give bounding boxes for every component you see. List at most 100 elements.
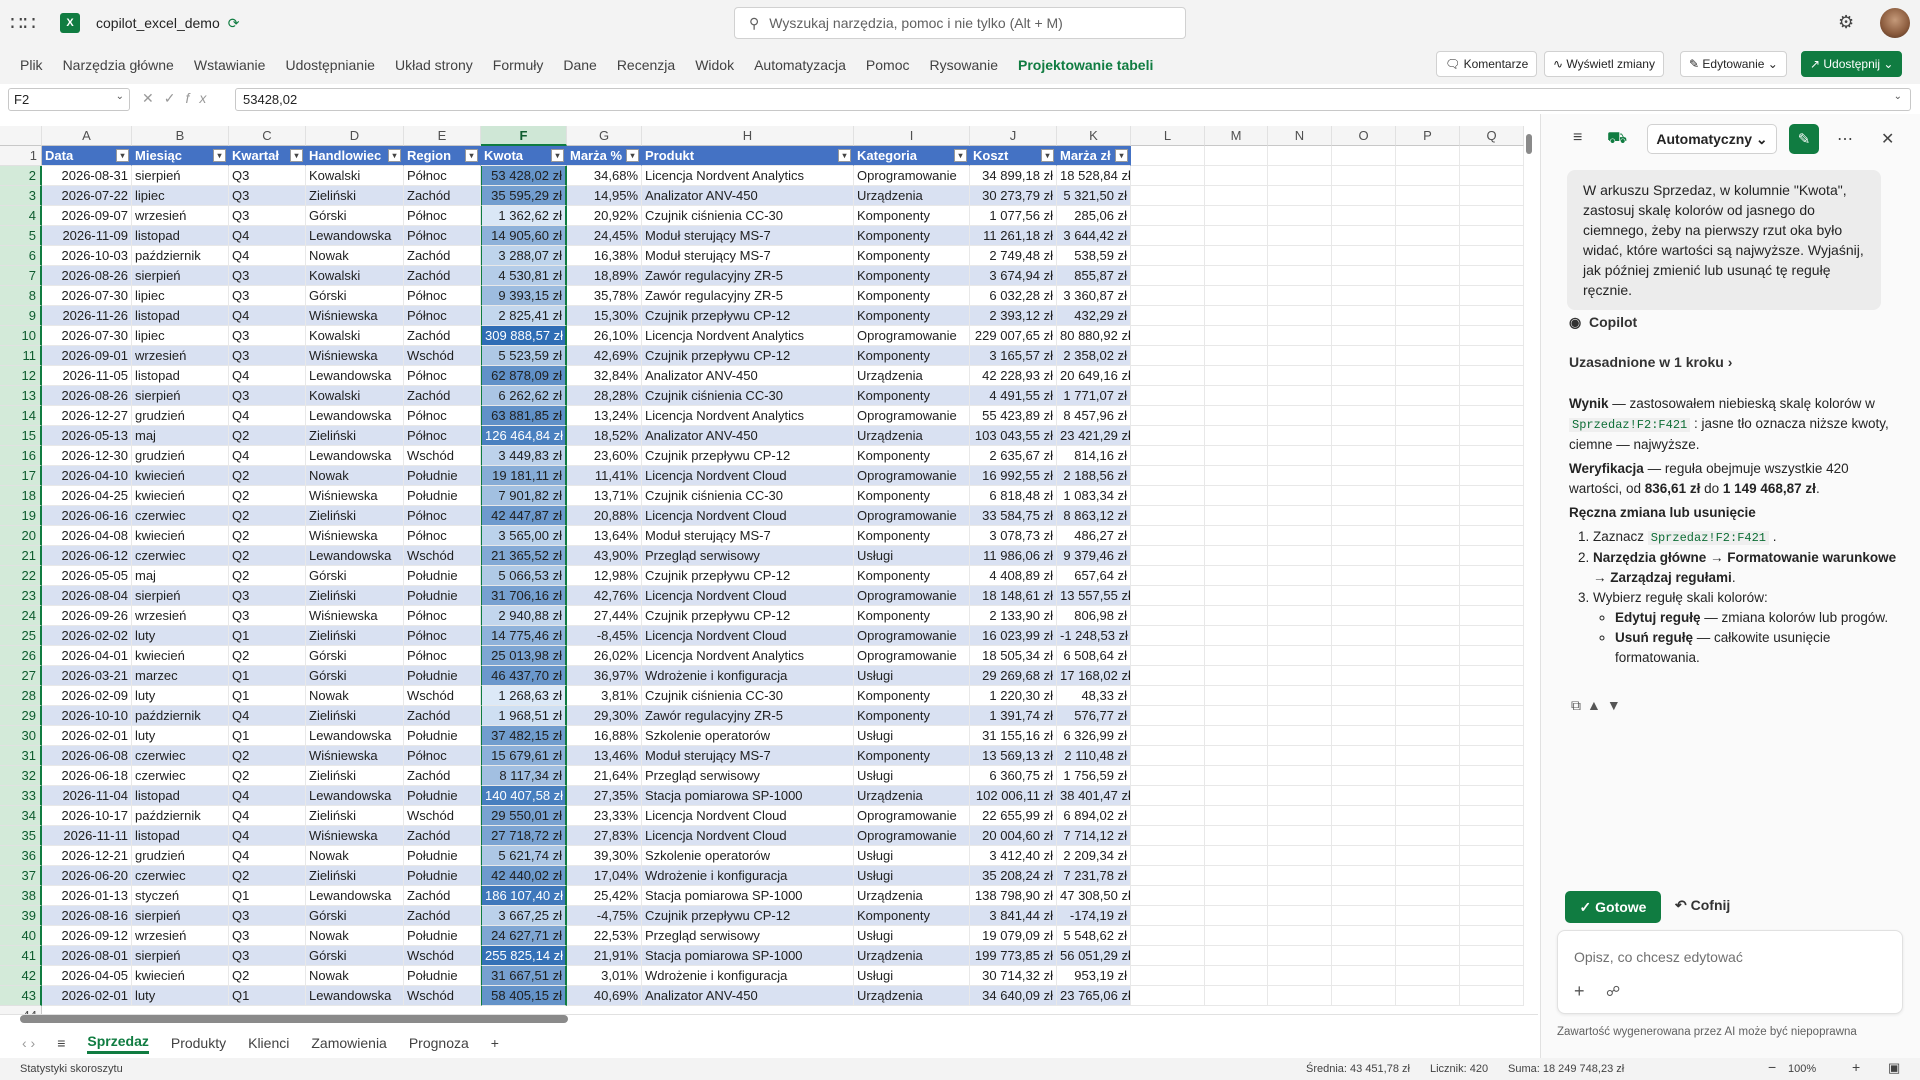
table-cell[interactable]: czerwiec xyxy=(132,866,229,886)
empty-cell[interactable] xyxy=(1268,186,1332,206)
table-cell[interactable]: Zieliński xyxy=(306,626,404,646)
empty-cell[interactable] xyxy=(1332,506,1396,526)
empty-cell[interactable] xyxy=(1131,746,1205,766)
table-cell[interactable]: 2026-08-26 xyxy=(42,266,132,286)
table-cell[interactable]: Oprogramowanie xyxy=(854,406,970,426)
amount-cell[interactable]: 31 706,16 zł xyxy=(481,586,567,606)
table-cell[interactable]: 2026-11-09 xyxy=(42,226,132,246)
table-cell[interactable]: Q4 xyxy=(229,246,306,266)
empty-cell[interactable] xyxy=(1460,526,1524,546)
empty-cell[interactable] xyxy=(1131,886,1205,906)
row-header[interactable]: 35 xyxy=(0,826,42,846)
empty-cell[interactable] xyxy=(1205,546,1268,566)
table-cell[interactable]: Q4 xyxy=(229,826,306,846)
table-cell[interactable]: 11 261,18 zł xyxy=(970,226,1057,246)
table-header-cell[interactable]: Kategoria ▾ xyxy=(854,146,970,166)
done-button[interactable]: ✓ Gotowe xyxy=(1565,891,1661,923)
table-cell[interactable]: Górski xyxy=(306,906,404,926)
empty-cell[interactable] xyxy=(1396,366,1460,386)
empty-cell[interactable] xyxy=(1332,786,1396,806)
empty-cell[interactable] xyxy=(1460,346,1524,366)
table-cell[interactable]: 3,01% xyxy=(567,966,642,986)
empty-cell[interactable] xyxy=(1205,186,1268,206)
table-cell[interactable]: Górski xyxy=(306,566,404,586)
empty-cell[interactable] xyxy=(1268,626,1332,646)
empty-cell[interactable] xyxy=(1131,726,1205,746)
table-cell[interactable]: Górski xyxy=(306,206,404,226)
empty-cell[interactable] xyxy=(1396,446,1460,466)
table-cell[interactable]: Q2 xyxy=(229,966,306,986)
tab-9[interactable]: Automatyzacja xyxy=(754,57,846,73)
empty-cell[interactable] xyxy=(1396,546,1460,566)
empty-cell[interactable] xyxy=(1460,446,1524,466)
empty-cell[interactable] xyxy=(1332,246,1396,266)
empty-cell[interactable] xyxy=(1332,266,1396,286)
empty-cell[interactable] xyxy=(1460,146,1524,166)
table-cell[interactable]: 23,60% xyxy=(567,446,642,466)
table-cell[interactable]: 199 773,85 zł xyxy=(970,946,1057,966)
table-cell[interactable]: Q2 xyxy=(229,746,306,766)
table-cell[interactable]: Przegląd serwisowy xyxy=(642,766,854,786)
table-cell[interactable]: Wiśniewska xyxy=(306,306,404,326)
table-cell[interactable]: Usługi xyxy=(854,546,970,566)
table-cell[interactable]: Q1 xyxy=(229,886,306,906)
empty-cell[interactable] xyxy=(1205,226,1268,246)
table-cell[interactable]: 23,33% xyxy=(567,806,642,826)
table-cell[interactable]: czerwiec xyxy=(132,546,229,566)
column-header[interactable]: I xyxy=(854,126,970,146)
reasoning-steps-toggle[interactable]: Uzasadnione w 1 kroku › xyxy=(1569,354,1732,370)
table-cell[interactable]: 34 640,09 zł xyxy=(970,986,1057,1006)
amount-cell[interactable]: 37 482,15 zł xyxy=(481,726,567,746)
table-cell[interactable]: Szkolenie operatorów xyxy=(642,726,854,746)
table-cell[interactable]: Przegląd serwisowy xyxy=(642,926,854,946)
empty-cell[interactable] xyxy=(1460,626,1524,646)
amount-cell[interactable]: 35 595,29 zł xyxy=(481,186,567,206)
table-cell[interactable]: 1 391,74 zł xyxy=(970,706,1057,726)
empty-cell[interactable] xyxy=(1205,446,1268,466)
table-cell[interactable]: Komponenty xyxy=(854,746,970,766)
table-cell[interactable]: Lewandowska xyxy=(306,446,404,466)
table-cell[interactable]: Zawór regulacyjny ZR-5 xyxy=(642,266,854,286)
table-cell[interactable]: 13 557,55 zł xyxy=(1057,586,1131,606)
empty-cell[interactable] xyxy=(1460,486,1524,506)
amount-cell[interactable]: 126 464,84 zł xyxy=(481,426,567,446)
add-icon[interactable]: + xyxy=(1574,981,1585,1002)
table-cell[interactable]: 102 006,11 zł xyxy=(970,786,1057,806)
table-cell[interactable]: luty xyxy=(132,686,229,706)
table-header-cell[interactable]: Data ▾ xyxy=(42,146,132,166)
empty-cell[interactable] xyxy=(1205,746,1268,766)
empty-cell[interactable] xyxy=(1205,286,1268,306)
table-cell[interactable]: 19 079,09 zł xyxy=(970,926,1057,946)
column-header[interactable]: B xyxy=(132,126,229,146)
table-cell[interactable]: Wschód xyxy=(404,806,481,826)
empty-cell[interactable] xyxy=(1332,846,1396,866)
empty-cell[interactable] xyxy=(1396,866,1460,886)
amount-cell[interactable]: 29 550,01 zł xyxy=(481,806,567,826)
empty-cell[interactable] xyxy=(1332,346,1396,366)
table-cell[interactable]: Czujnik przepływu CP-12 xyxy=(642,606,854,626)
empty-cell[interactable] xyxy=(1460,366,1524,386)
empty-cell[interactable] xyxy=(1131,546,1205,566)
table-cell[interactable]: 2026-04-01 xyxy=(42,646,132,666)
empty-cell[interactable] xyxy=(1396,506,1460,526)
empty-cell[interactable] xyxy=(1268,266,1332,286)
empty-cell[interactable] xyxy=(1332,946,1396,966)
table-cell[interactable]: 7 714,12 zł xyxy=(1057,826,1131,846)
table-cell[interactable]: Północ xyxy=(404,206,481,226)
mode-dropdown[interactable]: Automatyczny ⌄ xyxy=(1647,124,1777,154)
empty-cell[interactable] xyxy=(1396,826,1460,846)
empty-cell[interactable] xyxy=(1460,586,1524,606)
empty-cell[interactable] xyxy=(1332,606,1396,626)
row-header[interactable]: 32 xyxy=(0,766,42,786)
empty-cell[interactable] xyxy=(1131,906,1205,926)
table-cell[interactable]: 138 798,90 zł xyxy=(970,886,1057,906)
empty-cell[interactable] xyxy=(1205,986,1268,1006)
table-cell[interactable]: Q3 xyxy=(229,586,306,606)
table-cell[interactable]: 16 023,99 zł xyxy=(970,626,1057,646)
empty-cell[interactable] xyxy=(1205,626,1268,646)
table-cell[interactable]: Czujnik ciśnienia CC-30 xyxy=(642,386,854,406)
empty-cell[interactable] xyxy=(1396,626,1460,646)
table-cell[interactable]: 2026-06-08 xyxy=(42,746,132,766)
table-cell[interactable]: Północ xyxy=(404,526,481,546)
empty-cell[interactable] xyxy=(1396,466,1460,486)
